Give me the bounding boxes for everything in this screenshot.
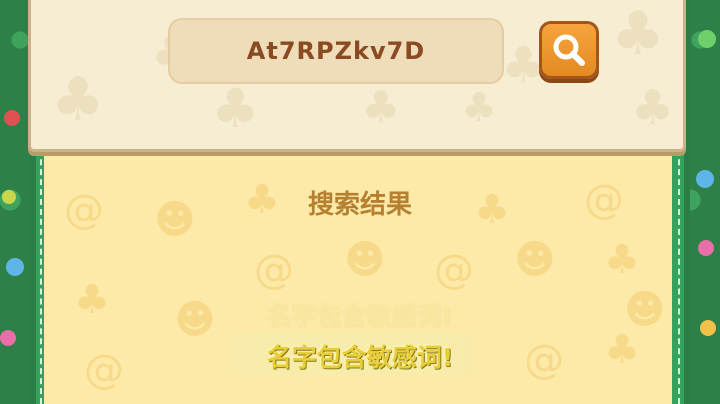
cat-pattern-icon: ☻	[344, 237, 386, 283]
club-decor-icon: ♣	[611, 0, 665, 69]
search-header: ♣ ♣ ♣ ♣ ♣ ♣ ♣ ♣ At7RPZkv7D	[28, 0, 686, 152]
decor-bubble	[6, 258, 24, 276]
results-title: 搜索结果	[307, 190, 412, 220]
cat-pattern-icon: ☻	[514, 237, 556, 283]
club-decor-icon: ♣	[361, 82, 401, 133]
toast-message: 名字包含敏感词!	[266, 343, 454, 372]
search-input-value: At7RPZkv7D	[246, 37, 426, 65]
club-decor-icon: ♣	[461, 85, 497, 131]
swirl-pattern-icon: @	[434, 247, 474, 293]
club-decor-icon: ♣	[211, 77, 260, 140]
decor-bubble	[4, 110, 20, 126]
toast-message-fading: 名字包含敏感词!	[266, 302, 454, 331]
swirl-pattern-icon: @	[254, 247, 294, 293]
decor-bubble	[698, 240, 714, 256]
club-decor-icon: ♣	[631, 80, 675, 136]
club-pattern-icon: ♣	[604, 237, 640, 283]
decor-bubble	[698, 30, 716, 48]
search-icon	[553, 34, 585, 66]
search-input[interactable]: At7RPZkv7D	[168, 18, 504, 84]
club-decor-icon: ♣	[51, 65, 105, 135]
search-button[interactable]	[539, 21, 599, 79]
